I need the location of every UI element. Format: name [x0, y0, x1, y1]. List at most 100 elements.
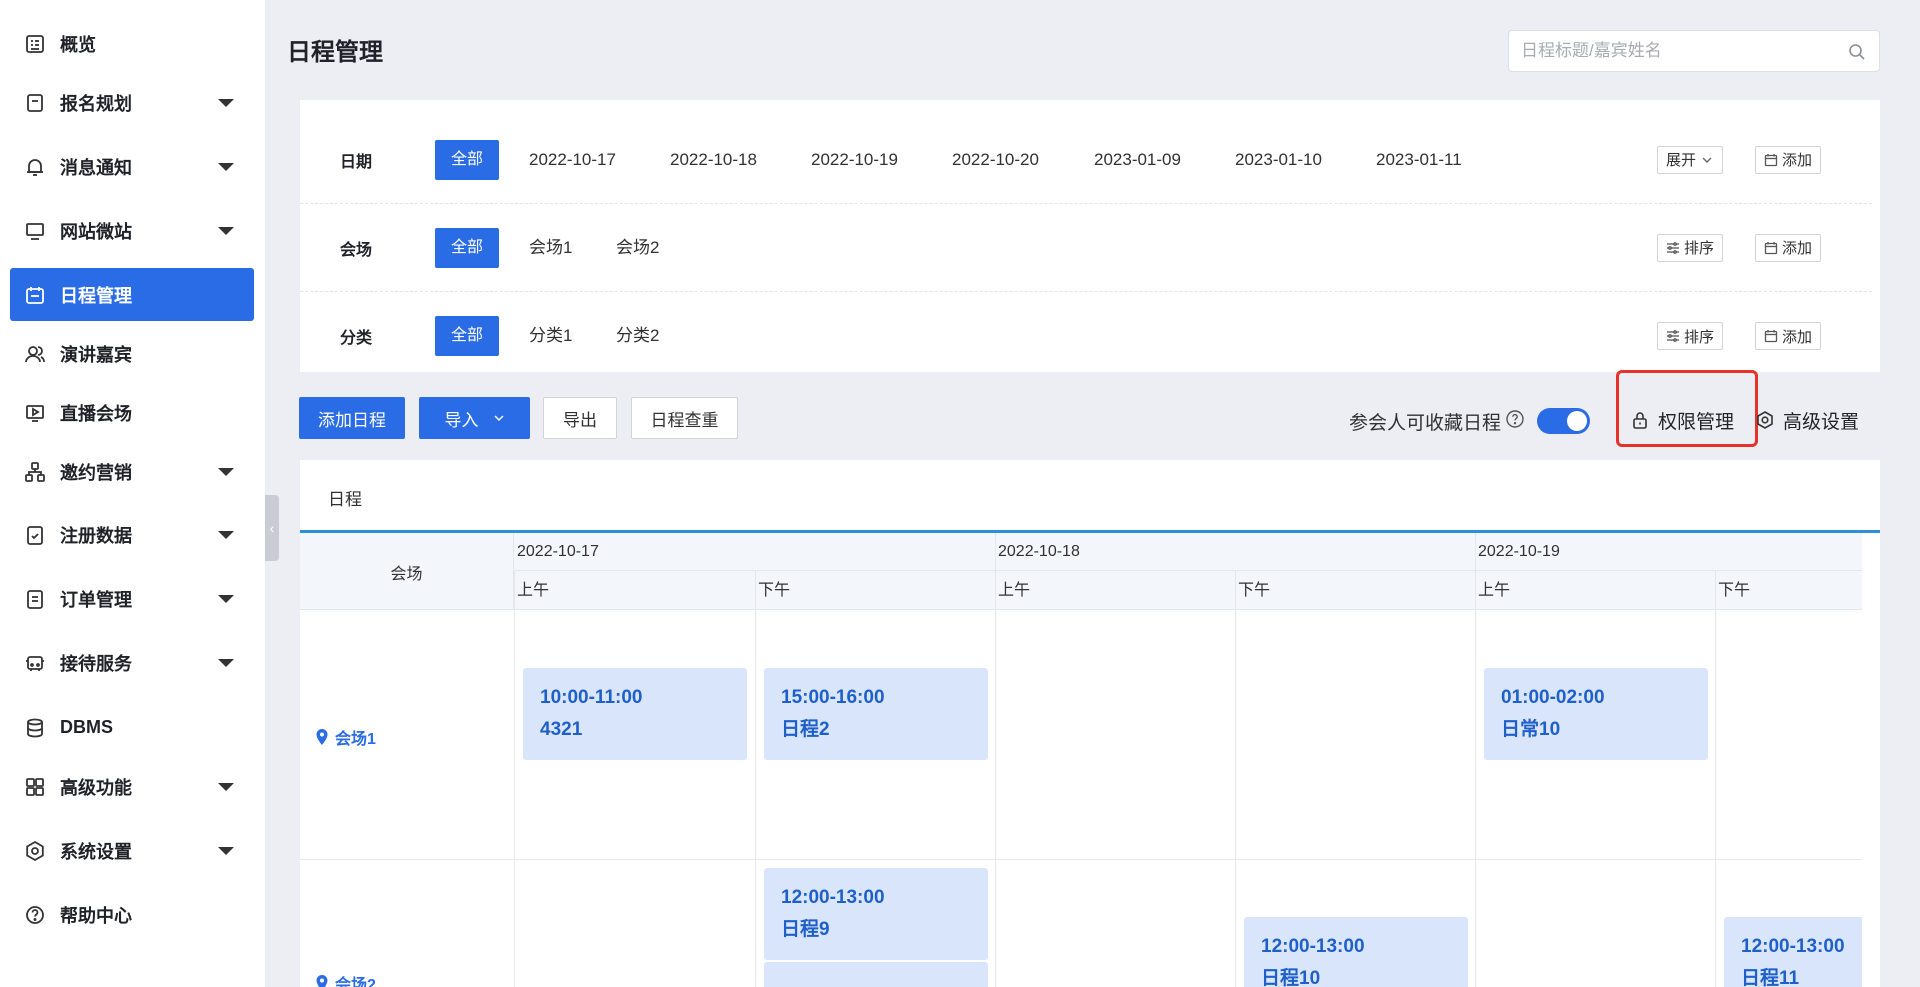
filter-category-option[interactable]: 分类1: [529, 316, 572, 356]
registration-icon: [24, 92, 46, 114]
grid-divider: [755, 610, 756, 987]
filter-category-option[interactable]: 分类2: [616, 316, 659, 356]
venue-name: 会场1: [335, 731, 376, 748]
add-venue-button[interactable]: 添加: [1755, 233, 1822, 262]
schedule-event[interactable]: [764, 962, 988, 987]
filter-date-all[interactable]: 全部: [435, 139, 500, 180]
gear-icon: [1757, 411, 1773, 429]
caret-down-icon: [218, 162, 234, 171]
advanced-settings-button[interactable]: 高级设置: [1755, 405, 1859, 435]
tab-schedule[interactable]: 日程: [328, 485, 362, 510]
sort-venue-button[interactable]: 排序: [1657, 233, 1724, 262]
filter-venue-all[interactable]: 全部: [435, 227, 500, 268]
event-title: 日程2: [781, 719, 830, 740]
sidebar-item-notifications[interactable]: 消息通知: [10, 140, 254, 193]
filter-date-option[interactable]: 2022-10-18: [670, 140, 757, 180]
calendar-add-icon: [1764, 330, 1778, 343]
sidebar-item-registration-data[interactable]: 注册数据: [10, 508, 254, 561]
sort-icon: [1667, 241, 1679, 254]
add-category-button[interactable]: 添加: [1755, 322, 1822, 350]
sidebar-item-website[interactable]: 网站微站: [10, 204, 254, 257]
sidebar-item-overview[interactable]: 概览: [10, 17, 254, 70]
settings-icon: [24, 840, 46, 862]
database-icon: [24, 717, 46, 739]
question-icon[interactable]: [1505, 409, 1525, 429]
sidebar-item-registration[interactable]: 报名规划: [10, 76, 254, 129]
sidebar-item-help[interactable]: 帮助中心: [10, 888, 254, 941]
filter-date-option[interactable]: 2022-10-20: [952, 140, 1039, 180]
event-title: 日常10: [1501, 719, 1561, 740]
sidebar-item-reception[interactable]: 接待服务: [10, 636, 254, 689]
filter-date-option[interactable]: 2022-10-19: [811, 140, 898, 180]
search-icon[interactable]: [1847, 42, 1867, 62]
bell-icon: [24, 156, 46, 178]
schedule-event[interactable]: 10:00-11:00 4321: [523, 668, 747, 760]
caret-down-icon: [218, 658, 234, 667]
event-title: 日程9: [781, 919, 830, 940]
event-title: 4321: [540, 719, 583, 740]
sidebar: 概览 报名规划 消息通知 网站微站 日程管理 演讲嘉宾 直播会场 邀约营销 注册…: [0, 0, 265, 987]
sidebar-item-advanced[interactable]: 高级功能: [10, 760, 254, 813]
location-pin-icon: [316, 975, 328, 987]
schedule-event[interactable]: 01:00-02:00 日常10: [1484, 668, 1708, 760]
search-input[interactable]: [1521, 41, 1841, 61]
venue-row-label: 会场1: [315, 725, 376, 749]
am-column-header: 上午: [995, 571, 1235, 610]
grid-divider: [995, 610, 996, 987]
filter-venue-option[interactable]: 会场2: [616, 228, 659, 268]
sidebar-item-settings[interactable]: 系统设置: [10, 824, 254, 877]
import-button[interactable]: 导入: [419, 397, 530, 439]
filter-date-option[interactable]: 2022-10-17: [529, 140, 616, 180]
sidebar-item-speakers[interactable]: 演讲嘉宾: [10, 327, 254, 380]
filter-row-date: 日期 全部 2022-10-17 2022-10-18 2022-10-19 2…: [300, 116, 1872, 204]
sort-category-button[interactable]: 排序: [1657, 322, 1724, 350]
collect-toggle[interactable]: [1537, 408, 1590, 434]
grid-header: 会场 2022-10-17 2022-10-18 2022-10-19 上午 下…: [300, 533, 1862, 610]
add-schedule-button[interactable]: 添加日程: [299, 397, 405, 439]
help-icon: [24, 904, 46, 926]
sidebar-item-label: 演讲嘉宾: [60, 344, 132, 365]
filter-category-all[interactable]: 全部: [435, 316, 500, 356]
sidebar-item-label: 注册数据: [60, 525, 132, 546]
sidebar-item-orders[interactable]: 订单管理: [10, 572, 254, 625]
sidebar-item-dbms[interactable]: DBMS: [10, 701, 254, 754]
filter-label-venue: 会场: [340, 241, 373, 259]
sidebar-item-label: 日程管理: [60, 285, 132, 306]
filter-date-option[interactable]: 2023-01-10: [1235, 140, 1322, 180]
sidebar-item-label: 直播会场: [60, 403, 132, 424]
dedupe-button[interactable]: 日程查重: [631, 397, 738, 439]
schedule-event[interactable]: 12:00-13:00 日程11: [1724, 917, 1862, 987]
schedule-event[interactable]: 12:00-13:00 日程10: [1244, 917, 1468, 987]
event-time: 10:00-11:00: [540, 687, 643, 708]
sidebar-item-label: 帮助中心: [60, 905, 132, 926]
add-label: 添加: [1782, 152, 1813, 169]
highlight-annotation: [1616, 370, 1758, 447]
live-icon: [24, 402, 46, 424]
event-time: 12:00-13:00: [781, 887, 885, 908]
search-box[interactable]: [1508, 30, 1880, 72]
grid-divider: [1235, 610, 1236, 987]
export-button[interactable]: 导出: [543, 397, 617, 439]
sidebar-item-live[interactable]: 直播会场: [10, 386, 254, 439]
sidebar-item-invite-marketing[interactable]: 邀约营销: [10, 445, 254, 498]
schedule-event[interactable]: 15:00-16:00 日程2: [764, 668, 988, 760]
import-label: 导入: [444, 410, 479, 430]
network-icon: [24, 461, 46, 483]
expand-button[interactable]: 展开: [1657, 145, 1724, 174]
event-title: 日程10: [1261, 968, 1321, 987]
add-date-button[interactable]: 添加: [1755, 145, 1822, 174]
users-icon: [24, 343, 46, 365]
schedule-event[interactable]: 12:00-13:00 日程9: [764, 868, 988, 960]
sidebar-item-schedule[interactable]: 日程管理: [10, 268, 254, 321]
calendar-add-icon: [1764, 153, 1778, 166]
am-column-header: 上午: [514, 571, 755, 610]
filter-date-option[interactable]: 2023-01-11: [1376, 140, 1462, 180]
event-time: 12:00-13:00: [1261, 936, 1365, 957]
sidebar-item-label: 消息通知: [60, 157, 132, 178]
grid-divider: [1475, 610, 1476, 987]
pm-column-header: 下午: [1715, 571, 1862, 610]
caret-down-icon: [218, 594, 234, 603]
filter-date-option[interactable]: 2023-01-09: [1094, 140, 1181, 180]
filter-venue-option[interactable]: 会场1: [529, 228, 572, 268]
sidebar-collapse-handle[interactable]: ‹: [265, 495, 279, 561]
